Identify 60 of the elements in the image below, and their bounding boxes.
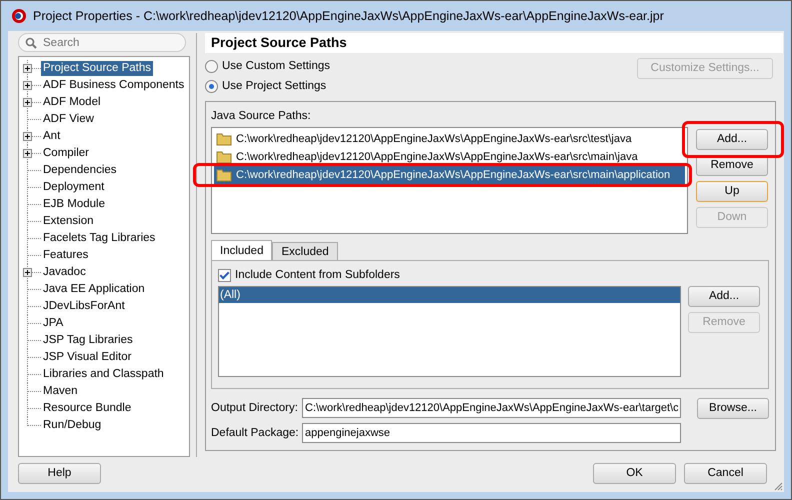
source-path-row[interactable]: C:\work\redheap\jdev12120\AppEngineJaxWs\AppEngineJaxWs-ear\src\main\application: [214, 166, 685, 184]
tree-item[interactable]: Features: [41, 248, 90, 263]
search-field[interactable]: Search: [18, 33, 186, 52]
expand-icon[interactable]: [23, 132, 32, 141]
tree-item[interactable]: Run/Debug: [41, 418, 104, 433]
source-path-row[interactable]: C:\work\redheap\jdev12120\AppEngineJaxWs\AppEngineJaxWs-ear\src\test\java: [214, 130, 685, 148]
tree-item[interactable]: Compiler: [41, 146, 92, 161]
path-action-button[interactable]: Add...: [696, 129, 768, 150]
tree-item[interactable]: EJB Module: [41, 197, 108, 212]
tab[interactable]: Included: [211, 240, 272, 260]
tab[interactable]: Excluded: [272, 242, 338, 260]
radio-label: Use Custom Settings: [222, 58, 330, 74]
tree-item[interactable]: Javadoc: [41, 265, 88, 280]
expand-icon[interactable]: [23, 64, 32, 73]
tree-item[interactable]: JSP Visual Editor: [41, 350, 134, 365]
checkbox[interactable]: [218, 269, 231, 282]
help-button[interactable]: Help: [18, 463, 101, 484]
cancel-button[interactable]: Cancel: [684, 463, 767, 484]
expand-icon[interactable]: [23, 268, 32, 277]
tree-item[interactable]: Extension: [41, 214, 96, 229]
tree-item[interactable]: JDevLibsForAnt: [41, 299, 127, 314]
window-title: Project Properties - C:\work\redheap\jdev12120\AppEngineJaxWs\AppEngineJaxWs-ear\AppEngineJaxWs-ear.jpr: [33, 8, 664, 25]
pattern-action-button[interactable]: Add...: [688, 286, 760, 306]
source-paths-label: Java Source Paths:: [211, 109, 312, 124]
source-path-row[interactable]: C:\work\redheap\jdev12120\AppEngineJaxWs\AppEngineJaxWs-ear\src\main\java: [214, 148, 685, 166]
tree-item[interactable]: JPA: [41, 316, 66, 331]
resize-grip-icon[interactable]: [774, 482, 783, 491]
tree-item[interactable]: ADF Business Components: [41, 78, 186, 93]
default-package-field[interactable]: appenginejaxwse: [302, 423, 681, 444]
tree-item[interactable]: Deployment: [41, 180, 106, 195]
radio-button[interactable]: [205, 60, 218, 73]
radio-label: Use Project Settings: [222, 78, 326, 94]
tree-item[interactable]: Maven: [41, 384, 80, 399]
folder-icon: [216, 168, 232, 182]
tree-item[interactable]: Project Source Paths: [41, 61, 154, 76]
expand-icon[interactable]: [23, 98, 32, 107]
tree-item[interactable]: Resource Bundle: [41, 401, 134, 416]
tree-item[interactable]: ADF Model: [41, 95, 103, 110]
tree-item[interactable]: Libraries and Classpath: [41, 367, 166, 382]
tree-item[interactable]: Dependencies: [41, 163, 119, 178]
expand-icon[interactable]: [23, 81, 32, 90]
browse-button[interactable]: Browse...: [697, 398, 769, 419]
field-label: Default Package:: [211, 426, 300, 441]
tree-item[interactable]: JSP Tag Libraries: [41, 333, 135, 348]
tree-item[interactable]: Java EE Application: [41, 282, 147, 297]
app-icon: [11, 8, 27, 24]
pattern-row[interactable]: (All): [219, 286, 680, 302]
expand-icon[interactable]: [23, 149, 32, 158]
ok-button[interactable]: OK: [593, 463, 676, 484]
field-label: Output Directory:: [211, 400, 299, 416]
panel-title: Project Source Paths: [205, 33, 783, 53]
folder-icon: [216, 132, 232, 146]
radio-button[interactable]: [205, 80, 218, 93]
search-icon: [25, 37, 37, 49]
path-action-button[interactable]: Up: [696, 181, 768, 202]
tree-item[interactable]: Ant: [41, 129, 62, 144]
tree-item[interactable]: ADF View: [41, 112, 96, 127]
tree-item[interactable]: Facelets Tag Libraries: [41, 231, 158, 246]
output-directory-field[interactable]: C:\work\redheap\jdev12120\AppEngineJaxWs\AppEngineJaxWs-ear\target\c: [302, 398, 681, 418]
checkbox-label: Include Content from Subfolders: [235, 268, 400, 284]
